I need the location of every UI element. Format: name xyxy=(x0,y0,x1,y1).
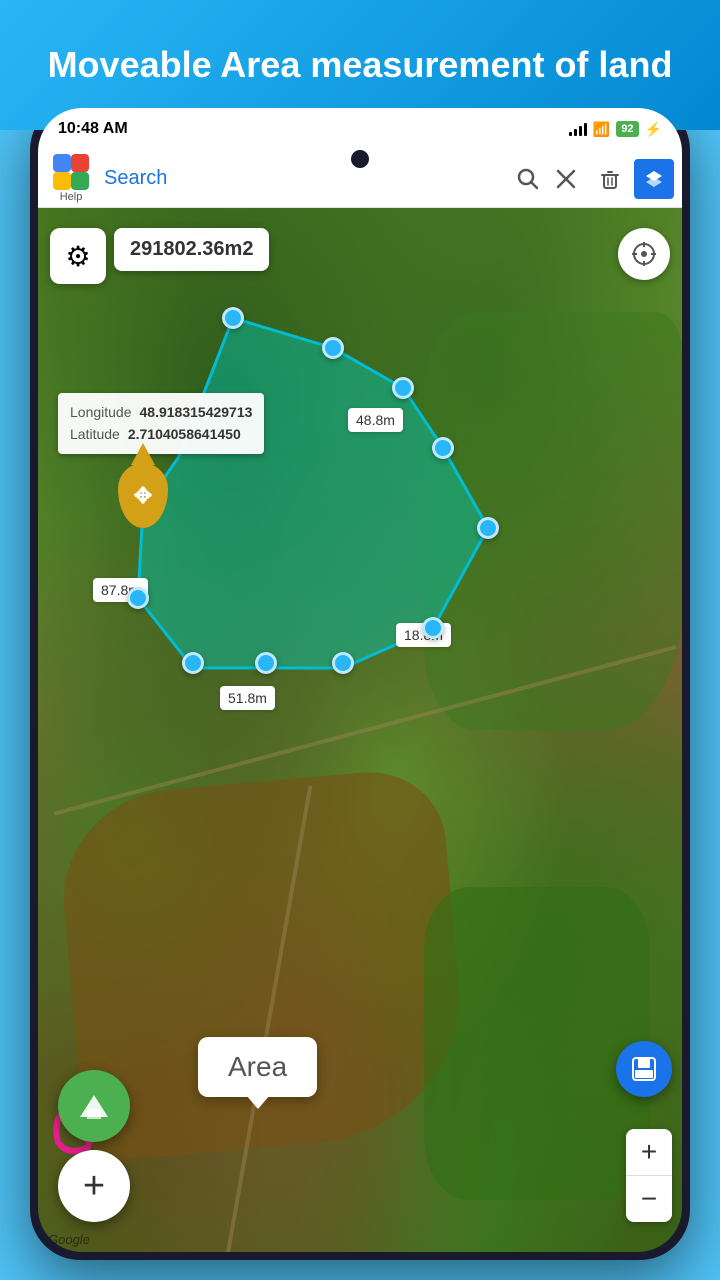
map-pin-5[interactable] xyxy=(477,517,499,539)
wifi-icon: 📶 xyxy=(593,121,610,138)
search-button[interactable] xyxy=(510,161,546,197)
toolbar-right xyxy=(546,159,674,199)
phone-inner: 10:48 AM 📶 92 ⚡ xyxy=(38,108,682,1252)
help-logo-icon xyxy=(53,154,89,190)
latitude-label: Latitude xyxy=(70,423,120,445)
map-pin-4[interactable] xyxy=(432,437,454,459)
status-icons: 📶 92 ⚡ xyxy=(569,121,662,138)
distance-label-1: 48.8m xyxy=(348,408,403,432)
camera-notch xyxy=(351,150,369,168)
trash-icon xyxy=(599,168,621,190)
google-watermark: Google xyxy=(48,1232,90,1247)
area-mode-icon xyxy=(75,1087,113,1125)
layers-icon xyxy=(644,169,664,189)
drop-shape: ✥ xyxy=(118,463,168,528)
map-pin-8[interactable] xyxy=(255,652,277,674)
zoom-out-button[interactable]: − xyxy=(626,1176,672,1222)
add-icon: + xyxy=(83,1165,105,1208)
help-label: Help xyxy=(60,191,83,203)
battery-icon: 92 xyxy=(616,121,638,137)
search-icon xyxy=(517,168,539,190)
zoom-in-button[interactable]: + xyxy=(626,1129,672,1175)
field-green-1 xyxy=(424,312,682,730)
signal-icon xyxy=(569,122,587,136)
settings-icon: ⚙ xyxy=(65,240,90,273)
zoom-out-icon: − xyxy=(641,1183,657,1215)
area-mode-button[interactable] xyxy=(58,1070,130,1142)
status-time: 10:48 AM xyxy=(58,120,128,138)
close-icon xyxy=(555,168,577,190)
map-pin-10[interactable] xyxy=(127,587,149,609)
save-button[interactable] xyxy=(616,1041,672,1097)
add-point-button[interactable]: + xyxy=(58,1150,130,1222)
help-button[interactable]: Help xyxy=(46,154,96,203)
phone-frame: 10:48 AM 📶 92 ⚡ xyxy=(30,100,690,1260)
delete-button[interactable] xyxy=(590,159,630,199)
search-placeholder: Search xyxy=(104,167,502,190)
bluetooth-icon: ⚡ xyxy=(645,121,662,138)
map-area[interactable]: ⚙ 291802.36m2 Longitude xyxy=(38,208,682,1252)
close-button[interactable] xyxy=(546,159,586,199)
map-pin-3[interactable] xyxy=(392,377,414,399)
distance-label-4: 51.8m xyxy=(220,686,275,710)
map-pin-1[interactable] xyxy=(222,307,244,329)
coordinate-tooltip: Longitude 48.918315429713 Latitude 2.710… xyxy=(58,393,264,454)
status-bar: 10:48 AM 📶 92 ⚡ xyxy=(38,108,682,150)
search-input-area[interactable]: Search xyxy=(96,167,510,190)
move-arrows-icon: ✥ xyxy=(134,483,152,509)
location-icon xyxy=(631,241,657,267)
field-green-2 xyxy=(424,887,649,1200)
zoom-in-icon: + xyxy=(641,1136,657,1168)
move-handle[interactable]: ✥ xyxy=(118,463,178,533)
zoom-controls: + − xyxy=(626,1129,672,1222)
longitude-label: Longitude xyxy=(70,401,132,423)
map-pin-6[interactable] xyxy=(422,617,444,639)
banner-title: Moveable Area measurement of land xyxy=(28,44,693,86)
layers-button[interactable] xyxy=(634,159,674,199)
map-pin-9[interactable] xyxy=(182,652,204,674)
area-measurement-badge: 291802.36m2 xyxy=(114,228,269,271)
save-icon xyxy=(631,1056,657,1082)
longitude-value: 48.918315429713 xyxy=(140,401,253,423)
location-button[interactable] xyxy=(618,228,670,280)
settings-button[interactable]: ⚙ xyxy=(50,228,106,284)
area-tooltip: Area xyxy=(198,1037,317,1097)
map-pin-7[interactable] xyxy=(332,652,354,674)
map-pin-2[interactable] xyxy=(322,337,344,359)
